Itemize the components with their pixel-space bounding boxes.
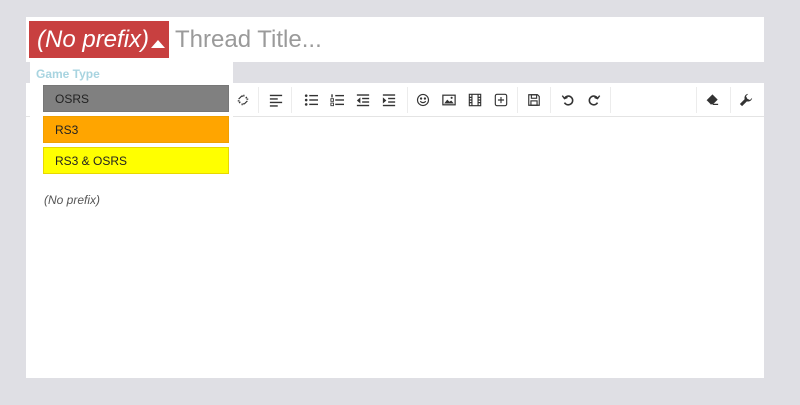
thread-title-input[interactable] — [171, 21, 764, 58]
toolbar-divider — [258, 87, 259, 113]
undo-icon[interactable] — [557, 90, 579, 110]
prefix-option-osrs[interactable]: OSRS — [43, 85, 229, 112]
toolbar-divider — [550, 87, 551, 113]
editor-content[interactable]: (No prefix) — [44, 193, 100, 207]
prefix-select-button[interactable]: (No prefix) — [29, 21, 169, 58]
align-left-icon[interactable] — [265, 90, 287, 110]
unlink-icon[interactable] — [232, 90, 254, 110]
dropdown-group-header: Game Type — [36, 67, 100, 81]
numbered-list-icon[interactable] — [326, 90, 348, 110]
redo-icon[interactable] — [583, 90, 605, 110]
prefix-option-rs3-osrs[interactable]: RS3 & OSRS — [43, 147, 229, 174]
toolbar-divider — [291, 87, 292, 113]
insert-icon[interactable] — [490, 90, 512, 110]
eraser-icon[interactable] — [701, 90, 723, 110]
toolbar-divider — [696, 87, 697, 113]
prefix-button-label: (No prefix) — [37, 26, 150, 53]
toolbar-divider — [730, 87, 731, 113]
thread-title-bar: (No prefix) — [26, 17, 764, 62]
caret-up-icon — [151, 40, 165, 48]
indent-icon[interactable] — [378, 90, 400, 110]
bullet-list-icon[interactable] — [300, 90, 322, 110]
media-icon[interactable] — [464, 90, 486, 110]
toolbar-divider — [517, 87, 518, 113]
outdent-icon[interactable] — [352, 90, 374, 110]
prefix-dropdown-menu: Game Type OSRS RS3 RS3 & OSRS — [30, 62, 233, 178]
toolbar-divider — [610, 87, 611, 113]
save-draft-icon[interactable] — [523, 90, 545, 110]
wrench-icon[interactable] — [735, 90, 757, 110]
image-icon[interactable] — [438, 90, 460, 110]
smiley-icon[interactable] — [412, 90, 434, 110]
toolbar-divider — [407, 87, 408, 113]
prefix-option-rs3[interactable]: RS3 — [43, 116, 229, 143]
